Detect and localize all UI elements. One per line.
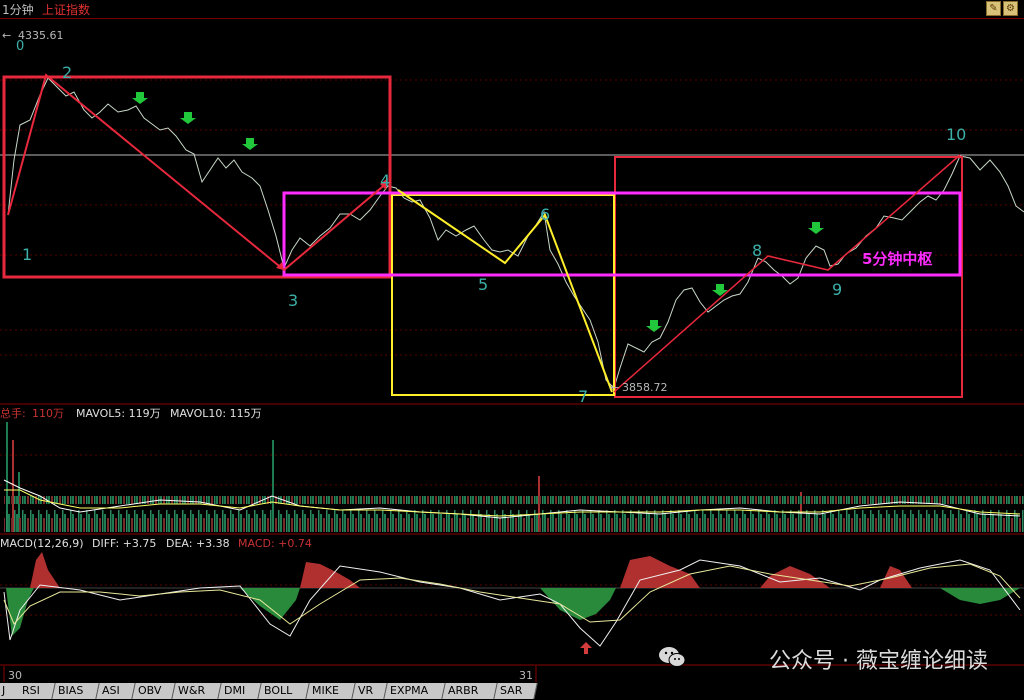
mavol5-label: MAVOL5: 119万	[76, 407, 161, 420]
low-price-marker: 3858.72	[622, 381, 668, 394]
chart-title-bar: 1分钟 上证指数 ✎ ⚙	[0, 0, 1024, 19]
macd-diff-label: DIFF: +3.75	[92, 537, 156, 550]
green-down-arrow-icon	[242, 138, 258, 150]
date-label-31: 31	[519, 669, 533, 682]
macd-diff-line	[3, 559, 1021, 647]
macd-value-label: MACD: +0.74	[238, 537, 312, 550]
high-price-marker: 4335.61	[18, 29, 64, 42]
stroke-lines-red	[7, 73, 389, 272]
tab-dmi[interactable]: DMI	[218, 683, 262, 699]
macd-green-histogram	[6, 588, 1020, 636]
wave-label-10: 10	[946, 125, 966, 144]
wave-label-6: 6	[540, 205, 550, 224]
tab-arbr[interactable]: ARBR	[442, 683, 498, 699]
stroke-lines-yellow	[397, 189, 613, 393]
pivot-center-label: 5分钟中枢	[862, 250, 932, 268]
mavol10-label: MAVOL10: 115万	[170, 407, 262, 420]
wave-label-4: 4	[380, 171, 390, 190]
tab-mike[interactable]: MIKE	[306, 683, 356, 699]
macd-dea-label: DEA: +3.38	[166, 537, 230, 550]
period-label[interactable]: 1分钟	[2, 1, 34, 18]
wave-label-8: 8	[752, 241, 762, 260]
tab-sar[interactable]: SAR	[494, 683, 538, 699]
tab-obv[interactable]: OBV	[132, 683, 176, 699]
volume-total: 110万	[32, 407, 64, 420]
watermark-text: 公众号 · 薇宝缠论细读	[769, 649, 988, 674]
macd-up-arrow-icon	[580, 642, 592, 654]
wave-label-9: 9	[832, 280, 842, 299]
date-label-30: 30	[8, 669, 22, 682]
tab-boll[interactable]: BOLL	[258, 683, 310, 699]
low-price-arrow-icon: ←	[610, 381, 619, 394]
macd-name: MACD(12,26,9)	[0, 537, 84, 550]
tab-rsi[interactable]: RSI	[16, 683, 56, 699]
index-name[interactable]: 上证指数	[42, 1, 90, 18]
high-price-arrow-icon: ←	[2, 29, 11, 42]
green-down-arrow-icon	[132, 92, 148, 104]
wave-label-2: 2	[62, 63, 72, 82]
tab-vr[interactable]: VR	[352, 683, 388, 699]
wave-label-5: 5	[478, 275, 488, 294]
macd-red-histogram	[30, 552, 912, 588]
tab-bias[interactable]: BIAS	[52, 683, 100, 699]
wave-label-3: 3	[288, 291, 298, 310]
wechat-icon	[659, 647, 686, 667]
wave-label-7: 7	[578, 387, 588, 406]
volume-fill-band	[4, 496, 1024, 532]
volume-label-prefix: 总手:	[0, 406, 26, 420]
zone-box-yellow	[391, 194, 615, 396]
zone-box-red-left	[2, 75, 392, 279]
tab-wr[interactable]: W&R	[172, 683, 222, 699]
indicator-tab-bar: J RSI BIAS ASI OBV W&R DMI BOLL MIKE VR …	[0, 683, 1024, 700]
toolbar-icons: ✎ ⚙	[986, 1, 1020, 16]
tab-expma[interactable]: EXPMA	[384, 683, 446, 699]
draw-tool-icon[interactable]: ✎	[986, 1, 1001, 16]
green-down-arrow-icon	[646, 320, 662, 332]
tab-asi[interactable]: ASI	[96, 683, 136, 699]
chart-canvas[interactable]: 4335.61 ← 3858.72 ← 0 1 2 3 4 5 6 7 8 9 …	[0, 19, 1024, 683]
green-down-arrow-icon	[808, 222, 824, 234]
wave-label-1: 1	[22, 245, 32, 264]
zero-label: 0	[16, 39, 24, 54]
green-down-arrow-icon	[180, 112, 196, 124]
settings-tool-icon[interactable]: ⚙	[1003, 1, 1018, 16]
